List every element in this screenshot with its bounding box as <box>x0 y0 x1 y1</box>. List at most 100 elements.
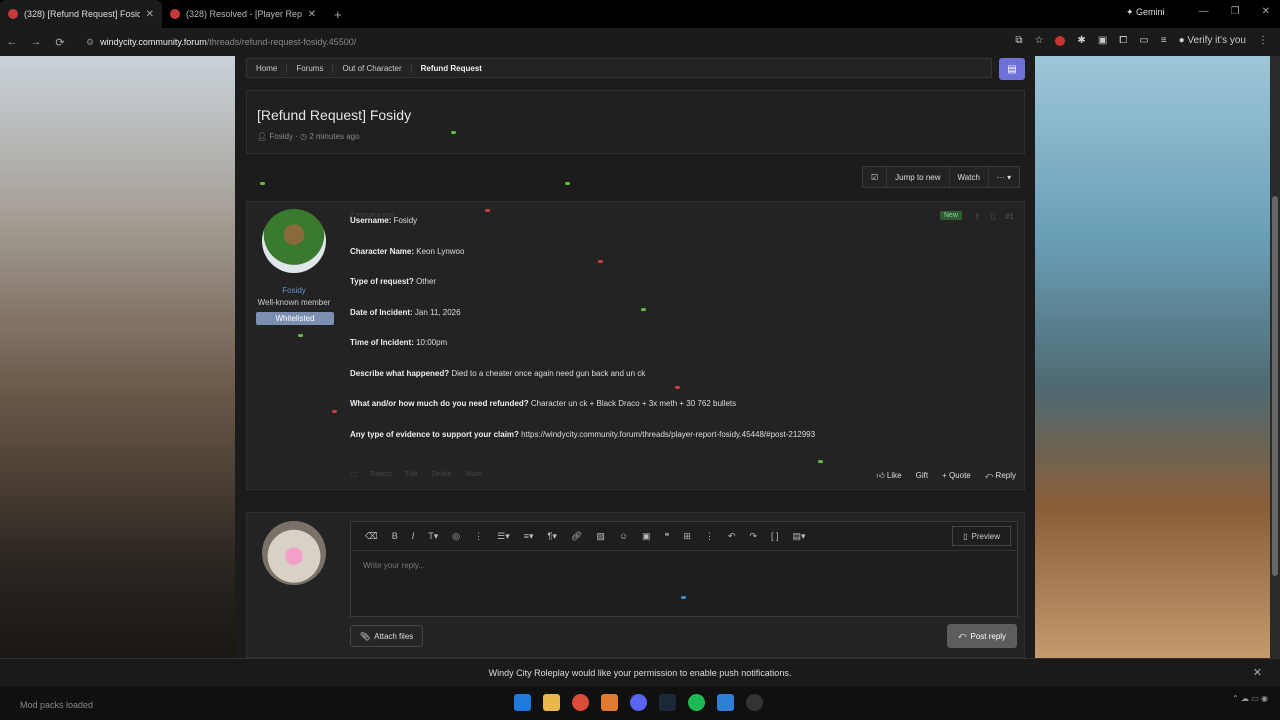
paragraph-icon[interactable]: ¶▾ <box>548 531 557 542</box>
post-field: Character Name: Keon Lynwoo <box>350 247 1010 278</box>
preview-button[interactable]: ▯ Preview <box>952 526 1011 546</box>
extensions-puzzle-icon[interactable]: ⧠ <box>1119 35 1127 46</box>
clear-format-icon[interactable]: ⌫ <box>365 531 378 542</box>
redo-icon[interactable]: ↷ <box>749 531 757 542</box>
sidepanel-icon[interactable]: ▭ <box>1139 35 1148 46</box>
reply-button[interactable]: ⤺ Reply <box>985 471 1016 481</box>
media-icon[interactable]: ▣ <box>642 531 651 542</box>
post-username[interactable]: Fosidy <box>247 286 341 295</box>
extension-icon[interactable] <box>1055 35 1066 46</box>
more-insert-options-icon[interactable]: ⋮ <box>705 531 714 542</box>
media-icon[interactable]: ≡ <box>1161 35 1167 46</box>
attach-files-button[interactable]: 📎︎ Attach files <box>350 625 424 647</box>
watch-button[interactable]: Watch <box>950 167 989 187</box>
avatar[interactable] <box>262 209 326 273</box>
close-window-icon[interactable]: ✕ <box>1262 6 1270 17</box>
warn-link[interactable]: Warn <box>466 471 482 479</box>
confetti-decoration <box>485 209 490 212</box>
extension-icon[interactable]: ✱ <box>1077 35 1085 46</box>
breadcrumb-home[interactable]: Home <box>247 63 288 73</box>
align-icon[interactable]: ≡▾ <box>524 531 534 542</box>
field-value: Fosidy <box>391 216 418 225</box>
like-label: Like <box>886 471 902 480</box>
field-label: Date of Incident: <box>350 307 413 317</box>
reload-icon[interactable]: ⟳ <box>48 36 72 49</box>
table-icon[interactable]: ⊞ <box>683 531 691 542</box>
spotify-icon[interactable] <box>688 694 705 711</box>
drafts-icon[interactable]: ▤▾ <box>793 531 806 542</box>
thread-meta: 👤︎ Fosidy · ◷ 2 minutes ago <box>257 132 360 141</box>
select-checkbox-icon[interactable]: ☑ <box>863 167 888 187</box>
menu-icon[interactable]: ⋮ <box>1258 35 1268 46</box>
close-tab-icon[interactable]: ✕ <box>308 9 316 20</box>
thread-time[interactable]: 2 minutes ago <box>309 132 359 141</box>
avatar[interactable] <box>262 521 326 585</box>
enable-notifications-link[interactable]: enable push notifications. <box>690 668 792 678</box>
discord-icon[interactable] <box>630 694 647 711</box>
moderation-links: ☐ Report Edit Delete Warn <box>350 471 482 479</box>
notification-text: Windy City Roleplay would like your perm… <box>488 668 690 678</box>
list-icon[interactable]: ☰▾ <box>497 531 510 542</box>
chat-icon[interactable]: ▤ <box>999 58 1025 80</box>
tab-title: (328) Resolved - [Player Reports <box>186 9 302 19</box>
window-controls: — ❐ ✕ <box>1199 6 1270 17</box>
delete-link[interactable]: Delete <box>431 471 451 479</box>
system-tray[interactable]: ⌃ ☁ ▭ ◉ <box>1232 694 1268 703</box>
store-icon[interactable] <box>717 694 734 711</box>
quote-button[interactable]: + Quote <box>942 471 971 481</box>
image-icon[interactable]: ▨ <box>596 531 605 542</box>
field-value: Died to a cheater once again need gun ba… <box>449 368 646 378</box>
forward-icon[interactable]: → <box>24 36 48 48</box>
breadcrumb-forums[interactable]: Forums <box>287 63 334 73</box>
taskbar-status-text: Mod packs loaded <box>20 700 94 710</box>
tab-refund-request[interactable]: (328) [Refund Request] Fosidy | ✕ <box>0 0 162 28</box>
gift-button[interactable]: Gift <box>916 471 928 481</box>
gemini-button[interactable]: ✦ Gemini <box>1126 7 1165 18</box>
italic-icon[interactable]: I <box>412 531 415 541</box>
paperclip-icon: 📎︎ <box>360 631 371 641</box>
profile-button[interactable]: ● Verify it's you <box>1179 35 1246 46</box>
back-icon[interactable]: ← <box>0 36 24 48</box>
file-explorer-icon[interactable] <box>543 694 560 711</box>
bold-icon[interactable]: B <box>392 531 398 541</box>
steam-icon[interactable] <box>659 694 676 711</box>
bookmark-star-icon[interactable]: ☆ <box>1034 35 1043 46</box>
font-size-icon[interactable]: T▾ <box>428 531 438 542</box>
more-options-button[interactable]: ··· ▾ <box>989 167 1019 187</box>
quote-icon[interactable]: ❝ <box>665 531 670 542</box>
reply-input[interactable]: Write your reply... <box>351 551 1017 580</box>
tab-player-reports[interactable]: (328) Resolved - [Player Reports ✕ <box>162 0 324 28</box>
thread-author[interactable]: Fosidy <box>269 132 293 141</box>
like-button[interactable]: 👍︎ Like <box>876 471 901 481</box>
windows-start-icon[interactable] <box>514 694 531 711</box>
page-scrollbar[interactable] <box>1270 56 1280 658</box>
report-link[interactable]: Report <box>370 471 391 479</box>
app-icon[interactable] <box>746 694 763 711</box>
extension-icon[interactable]: ▣ <box>1098 35 1107 46</box>
color-palette-icon[interactable]: ◎ <box>452 531 460 542</box>
evidence-link[interactable]: https://windycity.community.forum/thread… <box>519 430 815 439</box>
url-field[interactable]: ⚙ windycity.community.forum/threads/refu… <box>86 37 356 48</box>
app-icon[interactable] <box>601 694 618 711</box>
chrome-icon[interactable] <box>572 694 589 711</box>
scrollbar-thumb[interactable] <box>1272 196 1278 576</box>
site-info-icon[interactable]: ⚙ <box>86 37 94 48</box>
new-tab-icon[interactable]: + <box>334 7 342 22</box>
install-app-icon[interactable]: ⧉ <box>1015 35 1022 46</box>
edit-link[interactable]: Edit <box>405 471 417 479</box>
jump-to-new-button[interactable]: Jump to new <box>887 167 950 187</box>
breadcrumb-refund-request[interactable]: Refund Request <box>412 64 491 73</box>
minimize-icon[interactable]: — <box>1199 6 1209 17</box>
close-icon[interactable]: ✕ <box>1253 659 1262 687</box>
link-icon[interactable]: 🔗︎ <box>571 531 582 542</box>
emoji-icon[interactable]: ☺ <box>619 531 628 541</box>
breadcrumb-out-of-character[interactable]: Out of Character <box>333 63 412 73</box>
maximize-icon[interactable]: ❐ <box>1231 6 1240 17</box>
more-text-options-icon[interactable]: ⋮ <box>474 531 483 542</box>
close-tab-icon[interactable]: ✕ <box>146 9 154 20</box>
toggle-bbcode-icon[interactable]: [ ] <box>771 531 779 541</box>
undo-icon[interactable]: ↶ <box>728 531 736 542</box>
post-reply-button[interactable]: ⤺ Post reply <box>947 624 1017 648</box>
thread-header: [Refund Request] Fosidy 👤︎ Fosidy · ◷ 2 … <box>246 90 1025 154</box>
select-checkbox-icon[interactable]: ☐ <box>350 471 356 479</box>
